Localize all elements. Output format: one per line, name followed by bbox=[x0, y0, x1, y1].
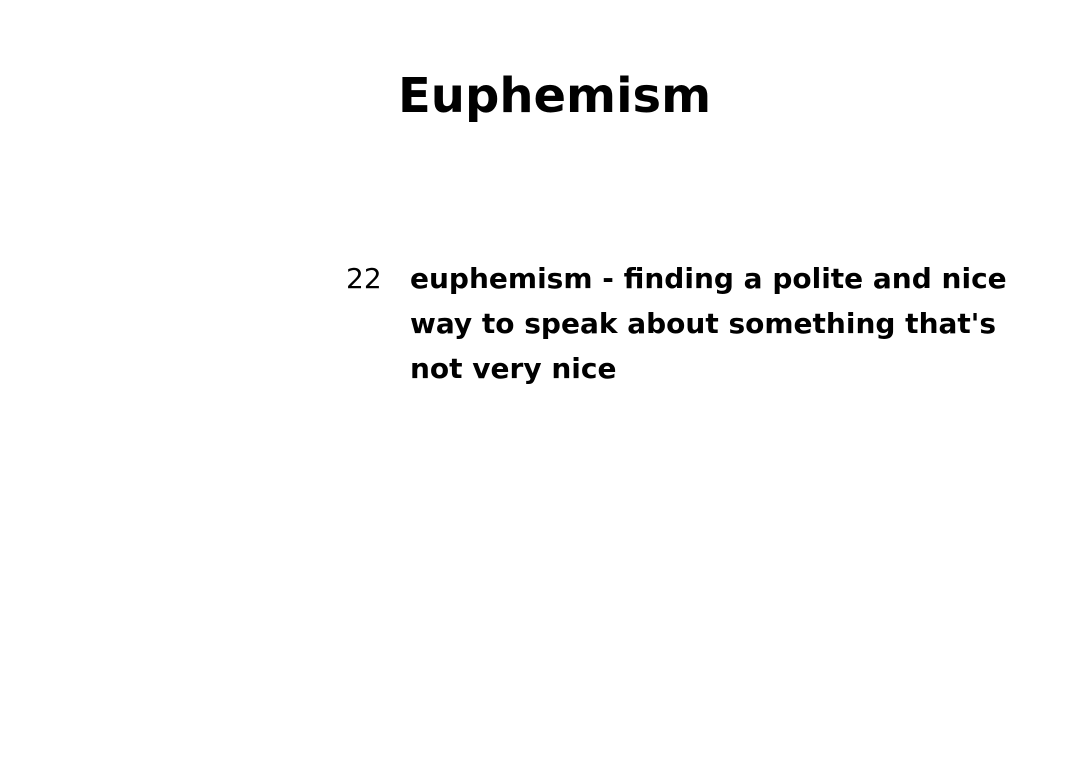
entry-definition-text: euphemism - finding a polite and nice wa… bbox=[410, 262, 1007, 385]
entry-number: 22 bbox=[346, 262, 382, 295]
slide-page: Euphemism 22 euphemism - finding a polit… bbox=[0, 0, 1073, 781]
slide-title: Euphemism bbox=[398, 68, 712, 124]
